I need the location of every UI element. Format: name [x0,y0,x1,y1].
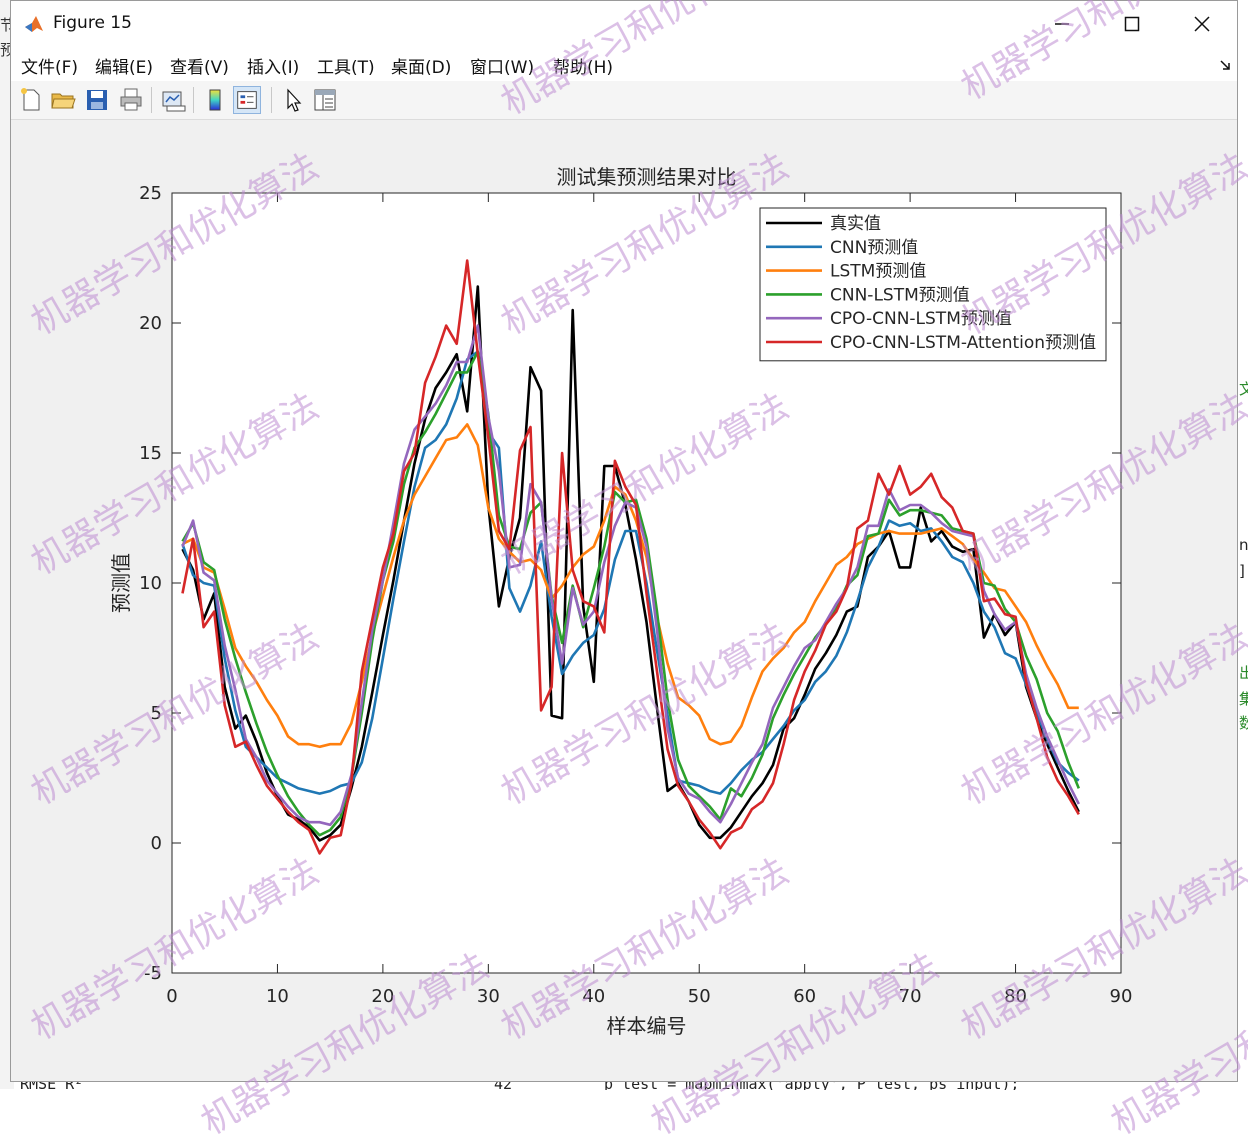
legend-label: CNN预测值 [830,238,918,258]
x-tick-label: 70 [899,986,922,1007]
legend-label: LSTM预测值 [830,262,926,282]
x-tick-label: 50 [688,986,711,1007]
x-tick-label: 80 [1004,986,1027,1007]
legend-label: CPO-CNN-LSTM预测值 [830,309,1012,329]
chart: 0 10 20 30 40 50 60 70 80 90-50510152025测试集预测结果对比… [109,165,1133,1038]
x-tick-label: 0 [166,986,177,1007]
y-tick-label: 10 [139,573,162,594]
x-tick-label: 60 [793,986,816,1007]
legend-label: 真实值 [830,214,881,234]
y-tick-label: 20 [139,313,162,334]
x-tick-label: 30 [477,986,500,1007]
legend: 真实值 CNN预测值 LSTM预测值 CNN-LSTM预测值 CPO-CNN-LSTM预… [759,207,1107,362]
x-tick-label: 90 [1110,986,1133,1007]
legend-label: CNN-LSTM预测值 [830,285,970,305]
y-tick-label: 0 [151,833,162,854]
y-axis-label: 预测值 [109,553,133,613]
y-tick-label: 5 [151,703,162,724]
y-tick-label: 25 [139,183,162,204]
y-tick-label: -5 [144,963,162,984]
chart-title: 测试集预测结果对比 [557,165,737,189]
y-tick-label: 15 [139,443,162,464]
x-tick-label: 40 [582,986,605,1007]
x-axis-label: 样本编号 [607,1014,687,1038]
x-tick-label: 20 [371,986,394,1007]
legend-label: CPO-CNN-LSTM-Attention预测值 [830,333,1096,353]
x-tick-label: 10 [266,986,289,1007]
